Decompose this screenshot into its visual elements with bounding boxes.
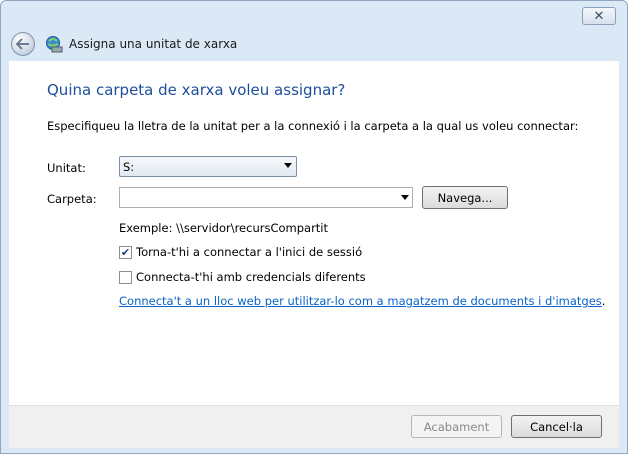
browse-button[interactable]: Navega... <box>422 186 508 209</box>
credentials-label: Connecta-t'hi amb credencials diferents <box>136 270 366 284</box>
back-button[interactable] <box>11 31 35 56</box>
close-button[interactable]: ✕ <box>582 7 616 25</box>
folder-input[interactable] <box>119 187 413 208</box>
reconnect-option[interactable]: ✔ Torna-t'hi a connectar a l'inici de se… <box>119 245 362 259</box>
chevron-down-icon <box>284 163 292 168</box>
web-link-row: Connecta't a un lloc web per utilitzar-l… <box>119 294 605 308</box>
wizard-title: Assigna una unitat de xarxa <box>69 36 238 51</box>
chevron-down-icon[interactable] <box>401 195 409 200</box>
credentials-checkbox[interactable] <box>119 270 132 284</box>
web-link-suffix: . <box>601 294 606 308</box>
wizard-content: Quina carpeta de xarxa voleu assignar? E… <box>9 61 619 405</box>
back-arrow-icon <box>16 37 29 50</box>
folder-example-text: Exemple: \\servidor\recursCompartit <box>119 221 329 235</box>
page-title: Quina carpeta de xarxa voleu assignar? <box>47 81 346 99</box>
reconnect-label: Torna-t'hi a connectar a l'inici de sess… <box>136 245 363 259</box>
folder-label: Carpeta: <box>47 192 97 206</box>
close-icon: ✕ <box>593 8 605 24</box>
wizard-window: ✕ Assigna una unitat de xarxa Quina carp… <box>0 0 628 454</box>
cancel-button[interactable]: Cancel·la <box>511 415 602 438</box>
reconnect-checkbox[interactable]: ✔ <box>119 245 132 259</box>
network-drive-icon <box>46 35 63 52</box>
drive-letter-value: S: <box>123 159 135 174</box>
page-description: Especifiqueu la lletra de la unitat per … <box>47 119 579 133</box>
credentials-option[interactable]: Connecta-t'hi amb credencials diferents <box>119 270 366 284</box>
drive-letter-select[interactable]: S: <box>119 156 297 177</box>
web-storage-link[interactable]: Connecta't a un lloc web per utilitzar-l… <box>119 294 602 308</box>
drive-label: Unitat: <box>47 161 86 175</box>
wizard-header: Assigna una unitat de xarxa <box>9 30 619 57</box>
wizard-footer: Acabament Cancel·la <box>9 405 619 448</box>
finish-button[interactable]: Acabament <box>411 415 502 438</box>
